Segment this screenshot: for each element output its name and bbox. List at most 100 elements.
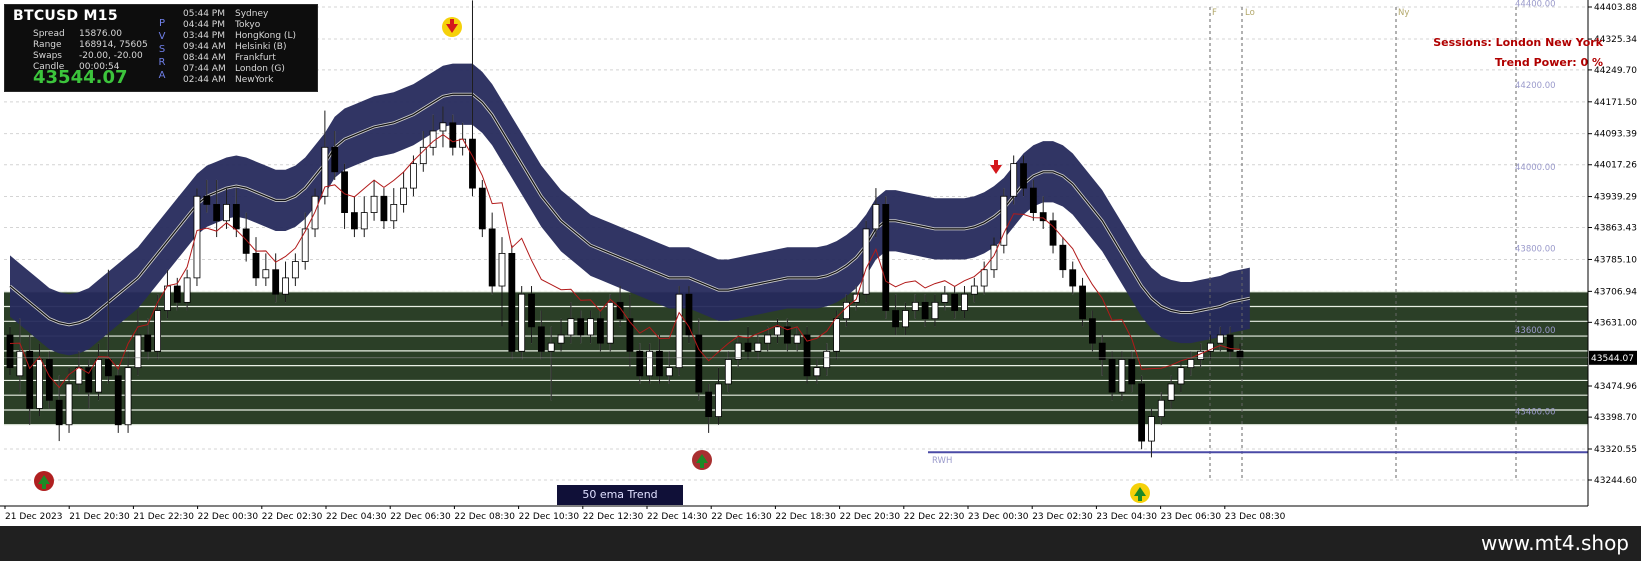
level-label: 44400.00 — [1515, 0, 1556, 10]
x-tick-label: 22 Dec 02:30 — [262, 512, 323, 522]
y-tick-label: 43244.60 — [1594, 476, 1637, 486]
candle[interactable] — [262, 253, 270, 287]
candle[interactable] — [350, 196, 358, 238]
buy-arrow-icon — [1130, 483, 1150, 503]
session-hongkong: 03:44 PM HongKong (L) — [183, 31, 296, 41]
y-tick-label: 43474.96 — [1594, 382, 1637, 392]
candle[interactable] — [45, 351, 53, 409]
x-tick-label: 22 Dec 14:30 — [647, 512, 708, 522]
candle[interactable] — [321, 110, 329, 205]
session-marker: F — [1212, 8, 1217, 18]
session-helsinki: 09:44 AM Helsinki (B) — [183, 42, 287, 52]
candle[interactable] — [252, 237, 260, 287]
candle[interactable] — [508, 245, 516, 360]
candle[interactable] — [400, 171, 408, 213]
current-price-label: 43544.07 — [1591, 354, 1634, 364]
candle[interactable] — [1069, 261, 1077, 295]
candle[interactable] — [1138, 375, 1145, 450]
candle[interactable] — [478, 179, 486, 238]
x-tick-label: 22 Dec 18:30 — [775, 512, 836, 522]
session-london: 07:44 AM London (G) — [183, 64, 285, 74]
watermark: www.mt4.shop — [1480, 531, 1629, 555]
x-tick-label: 23 Dec 04:30 — [1096, 512, 1157, 522]
buy-arrow-icon — [34, 471, 54, 491]
active-sessions-label: Sessions: London New York — [1433, 36, 1603, 49]
candle[interactable] — [488, 212, 496, 295]
pvsra-label: P V S R A — [158, 18, 166, 81]
candle[interactable] — [980, 261, 988, 295]
level-label: 44000.00 — [1515, 163, 1556, 173]
spread-row: Spread 15876.00 — [33, 29, 122, 39]
ema-trend-label: 50 ema Trend — [557, 485, 683, 505]
x-tick-label: 22 Dec 22:30 — [904, 512, 965, 522]
y-tick-label: 44093.39 — [1594, 130, 1637, 140]
candle[interactable] — [1000, 188, 1008, 254]
session-sydney: 05:44 PM Sydney — [183, 9, 269, 19]
session-marker: Lo — [1245, 8, 1255, 18]
candle[interactable] — [685, 286, 693, 344]
bid-price: 43544.07 — [33, 67, 128, 88]
candle[interactable] — [114, 367, 122, 433]
y-tick-label: 43939.29 — [1594, 193, 1637, 203]
demand-zone — [4, 291, 1588, 426]
y-tick-label: 43785.10 — [1594, 255, 1637, 265]
trend-power-label: Trend Power: 0 % — [1494, 56, 1603, 69]
y-tick-label: 43863.43 — [1594, 224, 1637, 234]
level-label: 43600.00 — [1515, 326, 1556, 336]
session-marker: Ny — [1398, 8, 1409, 18]
session-newyork: 02:44 AM NewYork — [183, 75, 274, 85]
chart-area[interactable]: F Lo Ny RWH 44400.00 44200.00 44000.00 43800.0… — [0, 0, 1641, 526]
level-label: 43400.00 — [1515, 408, 1556, 418]
x-tick-label: 22 Dec 06:30 — [390, 512, 451, 522]
candle[interactable] — [606, 294, 614, 352]
y-tick-label: 43398.70 — [1594, 413, 1637, 423]
x-tick-label: 21 Dec 2023 — [5, 512, 63, 522]
range-row: Range 168914, 75605 — [33, 40, 148, 50]
swaps-row: Swaps -20.00, -20.00 — [33, 51, 143, 61]
candle[interactable] — [518, 286, 526, 360]
symbol-label: BTCUSD M15 — [13, 8, 118, 24]
candle[interactable] — [862, 220, 870, 303]
x-tick-label: 23 Dec 06:30 — [1161, 512, 1222, 522]
x-tick-label: 22 Dec 16:30 — [711, 512, 772, 522]
candle[interactable] — [803, 326, 811, 384]
y-tick-label: 44171.50 — [1594, 98, 1637, 108]
buy-arrow-icon — [692, 450, 712, 470]
candle[interactable] — [882, 196, 890, 319]
level-label: 43800.00 — [1515, 244, 1556, 254]
x-tick-label: 22 Dec 04:30 — [326, 512, 387, 522]
session-tokyo: 04:44 PM Tokyo — [183, 20, 261, 30]
y-tick-label: 43706.94 — [1594, 287, 1637, 297]
chart-window: F Lo Ny RWH 44400.00 44200.00 44000.00 43800.0… — [0, 0, 1641, 561]
x-tick-label: 22 Dec 12:30 — [583, 512, 644, 522]
x-tick-label: 21 Dec 20:30 — [69, 512, 130, 522]
x-tick-label: 22 Dec 00:30 — [198, 512, 259, 522]
y-tick-label: 43631.00 — [1594, 318, 1637, 328]
y-tick-label: 44403.88 — [1594, 3, 1637, 13]
level-label: 44200.00 — [1515, 81, 1556, 91]
candle[interactable] — [390, 188, 398, 229]
candle[interactable] — [675, 286, 683, 376]
candle[interactable] — [341, 163, 348, 229]
candle[interactable] — [1059, 237, 1067, 278]
candle[interactable] — [301, 212, 309, 270]
y-tick-label: 44017.26 — [1594, 161, 1637, 171]
candle[interactable] — [380, 188, 388, 229]
candle[interactable] — [291, 253, 299, 287]
info-panel: BTCUSD M15 Spread 15876.00 Range 168914, 7… — [4, 4, 318, 92]
candle[interactable] — [410, 155, 417, 197]
candle[interactable] — [1049, 212, 1057, 254]
x-tick-label: 22 Dec 20:30 — [840, 512, 901, 522]
y-tick-label: 43320.55 — [1594, 445, 1637, 455]
x-tick-label: 21 Dec 22:30 — [133, 512, 194, 522]
candle[interactable] — [242, 212, 250, 262]
candle[interactable] — [360, 196, 368, 238]
zone-fill — [4, 291, 1588, 425]
x-tick-label: 23 Dec 08:30 — [1225, 512, 1286, 522]
candle[interactable] — [370, 179, 378, 221]
sell-arrow-icon — [442, 17, 462, 37]
x-tick-label: 22 Dec 08:30 — [454, 512, 515, 522]
x-tick-label: 23 Dec 00:30 — [968, 512, 1029, 522]
x-tick-label: 22 Dec 10:30 — [519, 512, 580, 522]
rwh-label: RWH — [932, 456, 952, 466]
